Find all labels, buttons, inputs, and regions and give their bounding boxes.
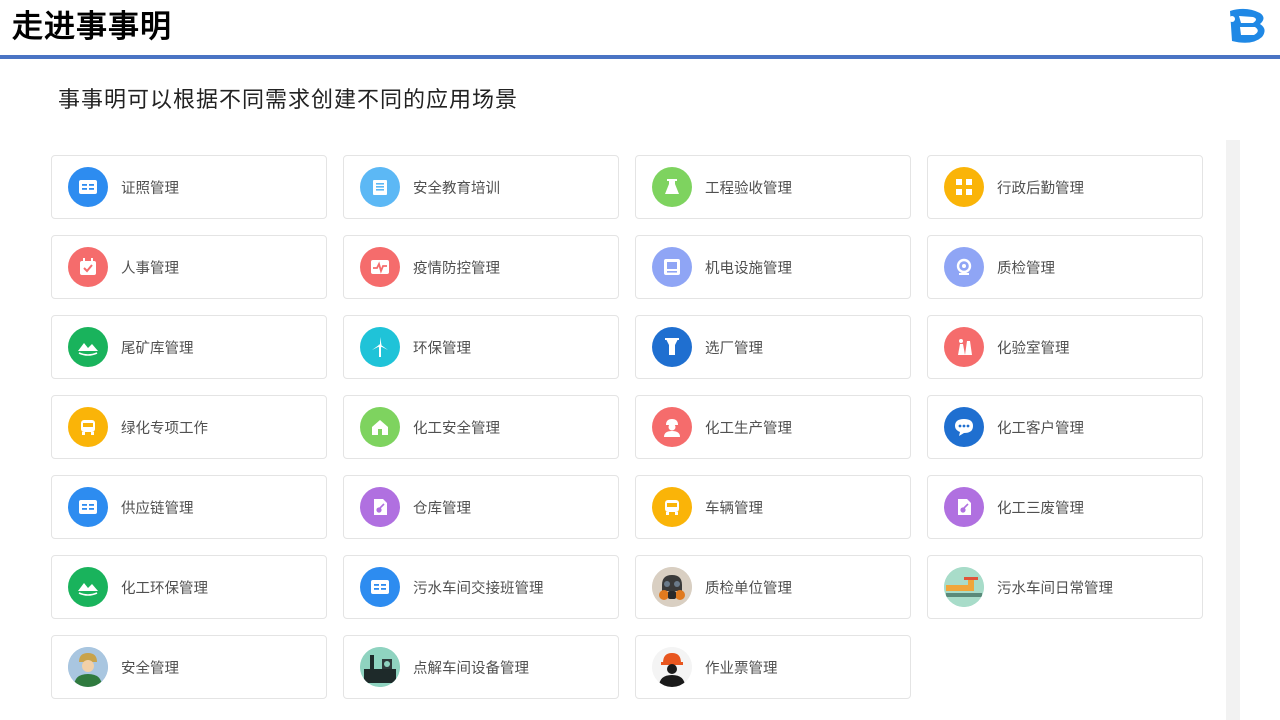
bus-icon — [68, 407, 108, 447]
app-card[interactable]: 质检管理 — [927, 235, 1203, 299]
app-card-label: 证照管理 — [121, 180, 179, 197]
app-card-label: 质检单位管理 — [705, 580, 792, 597]
worker-avatar-icon — [68, 647, 108, 687]
flask-icon — [652, 167, 692, 207]
inspection-icon — [944, 247, 984, 287]
factory-icon — [652, 327, 692, 367]
app-card[interactable]: 化验室管理 — [927, 315, 1203, 379]
app-card[interactable]: 车辆管理 — [635, 475, 911, 539]
app-card-label: 供应链管理 — [121, 500, 194, 517]
app-card[interactable]: 供应链管理 — [51, 475, 327, 539]
app-card[interactable]: 化工安全管理 — [343, 395, 619, 459]
app-card-label: 工程验收管理 — [705, 180, 792, 197]
app-card[interactable]: 疫情防控管理 — [343, 235, 619, 299]
app-card[interactable]: 点解车间设备管理 — [343, 635, 619, 699]
chat-icon — [944, 407, 984, 447]
app-card-label: 化工三废管理 — [997, 500, 1084, 517]
brand-logo-b-icon — [1226, 7, 1268, 45]
app-card[interactable]: 安全教育培训 — [343, 155, 619, 219]
app-card-label: 人事管理 — [121, 260, 179, 277]
app-card-label: 质检管理 — [997, 260, 1055, 277]
lab-icon — [944, 327, 984, 367]
app-card[interactable]: 作业票管理 — [635, 635, 911, 699]
mountain-icon — [68, 567, 108, 607]
app-card-label: 机电设施管理 — [705, 260, 792, 277]
app-card[interactable]: 尾矿库管理 — [51, 315, 327, 379]
hardhat-worker-icon — [652, 647, 692, 687]
app-card[interactable]: 证照管理 — [51, 155, 327, 219]
gas-mask-icon — [652, 567, 692, 607]
app-card[interactable]: 化工环保管理 — [51, 555, 327, 619]
app-card[interactable]: 行政后勤管理 — [927, 155, 1203, 219]
header-accent-bar — [0, 55, 1280, 59]
worker-icon — [652, 407, 692, 447]
document-icon — [944, 487, 984, 527]
app-card-label: 选厂管理 — [705, 340, 763, 357]
app-card-label: 绿化专项工作 — [121, 420, 208, 437]
app-card[interactable]: 污水车间交接班管理 — [343, 555, 619, 619]
app-card-label: 化工生产管理 — [705, 420, 792, 437]
app-card[interactable]: 绿化专项工作 — [51, 395, 327, 459]
grid-icon — [944, 167, 984, 207]
app-card-label: 安全管理 — [121, 660, 179, 677]
app-card-label: 污水车间日常管理 — [997, 580, 1113, 597]
app-card-label: 化工环保管理 — [121, 580, 208, 597]
workshop-icon — [360, 647, 400, 687]
app-card[interactable]: 化工三废管理 — [927, 475, 1203, 539]
wind-turbine-icon — [360, 327, 400, 367]
app-card[interactable]: 污水车间日常管理 — [927, 555, 1203, 619]
app-card-label: 污水车间交接班管理 — [413, 580, 544, 597]
app-card[interactable]: 环保管理 — [343, 315, 619, 379]
document-icon — [360, 487, 400, 527]
app-card[interactable]: 仓库管理 — [343, 475, 619, 539]
app-card-label: 化工安全管理 — [413, 420, 500, 437]
page-title: 走进事事明 — [12, 9, 172, 45]
monitor-icon — [652, 247, 692, 287]
app-card-label: 点解车间设备管理 — [413, 660, 529, 677]
app-card-label: 尾矿库管理 — [121, 340, 194, 357]
app-card-label: 环保管理 — [413, 340, 471, 357]
pipe-icon — [944, 567, 984, 607]
mountain-icon — [68, 327, 108, 367]
id-card-icon — [68, 167, 108, 207]
calendar-check-icon — [68, 247, 108, 287]
app-card[interactable]: 人事管理 — [51, 235, 327, 299]
app-card-label: 车辆管理 — [705, 500, 763, 517]
app-card-label: 安全教育培训 — [413, 180, 500, 197]
app-card[interactable]: 化工客户管理 — [927, 395, 1203, 459]
id-card-icon — [68, 487, 108, 527]
app-card-label: 仓库管理 — [413, 500, 471, 517]
app-card-label: 行政后勤管理 — [997, 180, 1084, 197]
app-card-label: 化验室管理 — [997, 340, 1070, 357]
app-card[interactable]: 化工生产管理 — [635, 395, 911, 459]
app-scenario-grid: 证照管理 安全教育培训 工程验收管理 行政后勤管理 人事管理 疫情防控管理 机电设施管理 质检… — [51, 155, 1203, 699]
app-card[interactable]: 安全管理 — [51, 635, 327, 699]
pulse-icon — [360, 247, 400, 287]
book-icon — [360, 167, 400, 207]
app-card[interactable]: 机电设施管理 — [635, 235, 911, 299]
bus-icon — [652, 487, 692, 527]
app-card-label: 疫情防控管理 — [413, 260, 500, 277]
id-card-icon — [360, 567, 400, 607]
page-subtitle: 事事明可以根据不同需求创建不同的应用场景 — [58, 88, 519, 113]
app-card[interactable]: 工程验收管理 — [635, 155, 911, 219]
app-card-label: 作业票管理 — [705, 660, 778, 677]
app-card-label: 化工客户管理 — [997, 420, 1084, 437]
app-card[interactable]: 选厂管理 — [635, 315, 911, 379]
home-icon — [360, 407, 400, 447]
scrollbar[interactable] — [1226, 140, 1240, 720]
app-card[interactable]: 质检单位管理 — [635, 555, 911, 619]
